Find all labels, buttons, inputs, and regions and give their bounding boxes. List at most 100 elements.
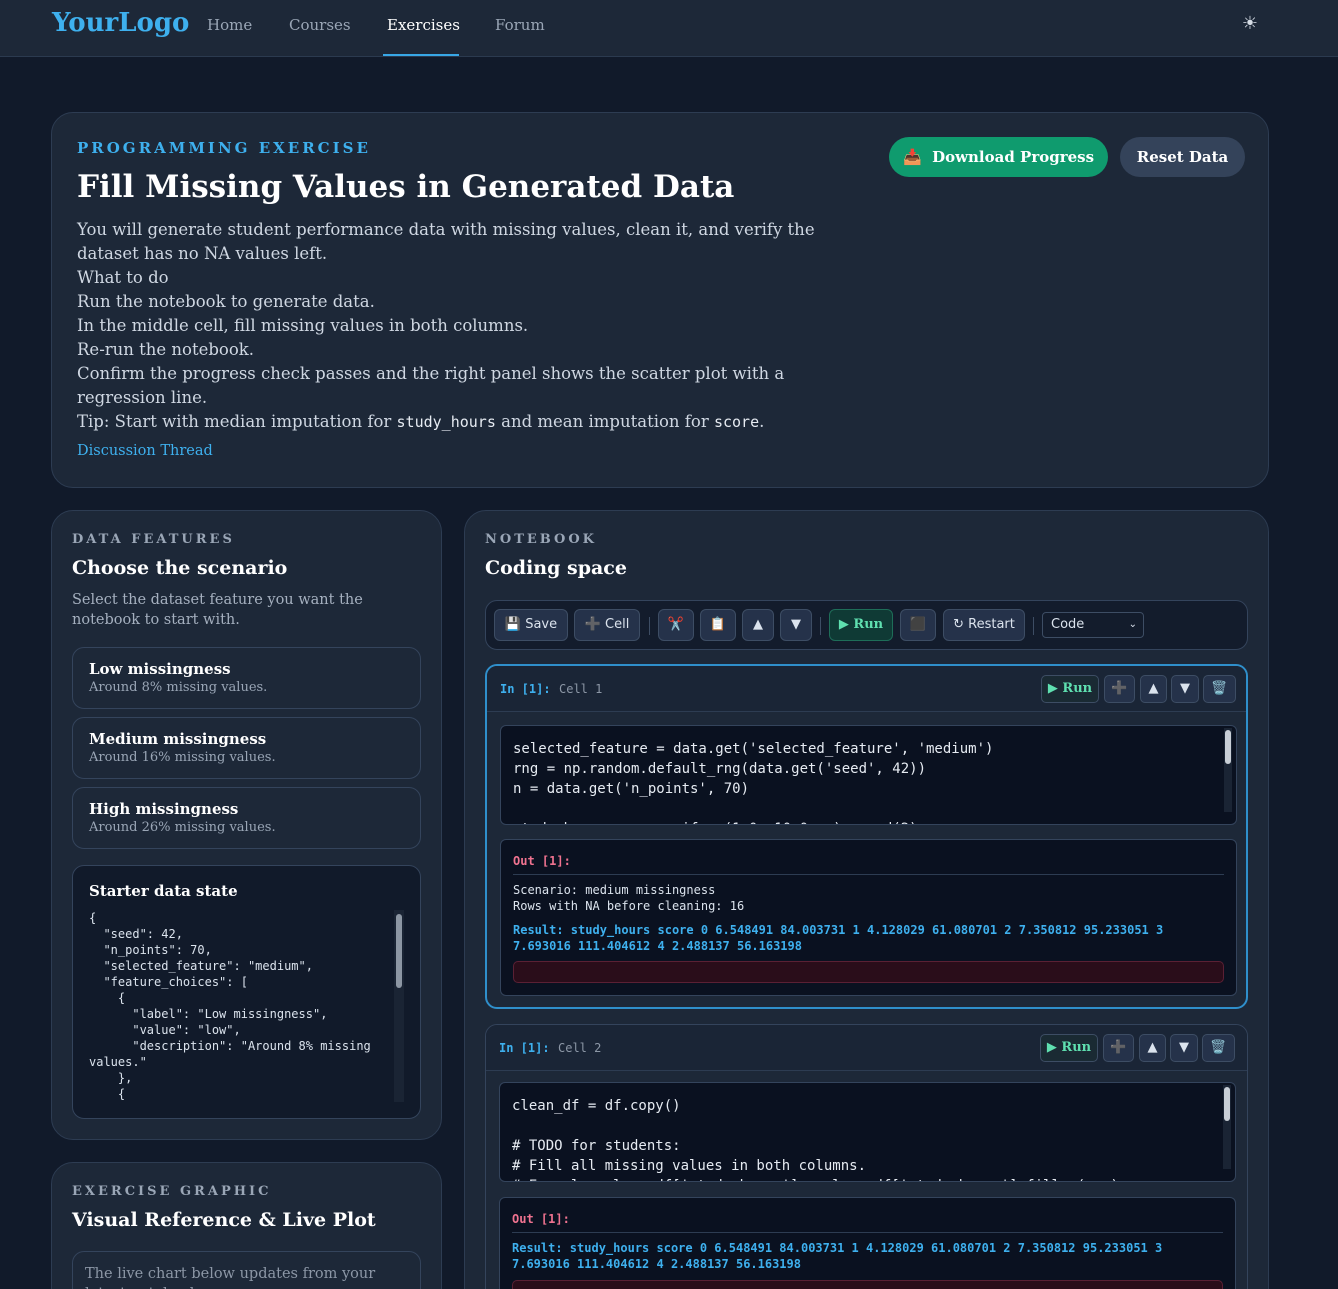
step-2: In the middle cell, fill missing values … bbox=[77, 316, 529, 335]
cell-output: Out [1]: Scenario: medium missingness Ro… bbox=[500, 839, 1237, 996]
graphic-info-text: The live chart below updates from your l… bbox=[85, 1266, 376, 1289]
cell-type-select[interactable]: Code ⌄ bbox=[1042, 612, 1144, 638]
move-down-icon[interactable]: ▼ bbox=[780, 609, 812, 641]
code-scrollbar[interactable] bbox=[1223, 1085, 1231, 1169]
run-button[interactable]: ▶ Run bbox=[829, 609, 893, 641]
top-nav: YourLogo Home Courses Exercises Forum ☀ bbox=[0, 0, 1338, 57]
discussion-thread-link[interactable]: Discussion Thread bbox=[77, 443, 213, 459]
page-title: Fill Missing Values in Generated Data bbox=[77, 169, 735, 205]
choice-label: Medium missingness bbox=[89, 730, 267, 748]
code-editor[interactable]: clean_df = df.copy() # TODO for students… bbox=[499, 1082, 1236, 1182]
move-up-icon[interactable]: ▲ bbox=[742, 609, 774, 641]
nav-link-courses[interactable]: Courses bbox=[289, 16, 351, 34]
toolbar-divider bbox=[820, 617, 821, 635]
scrollbar-thumb[interactable] bbox=[1224, 1087, 1230, 1121]
intro-text: You will generate student performance da… bbox=[77, 220, 815, 263]
hero-eyebrow: PROGRAMMING EXERCISE bbox=[77, 139, 371, 157]
nav-link-exercises[interactable]: Exercises bbox=[387, 16, 460, 34]
paste-cell-icon[interactable]: 📋 bbox=[700, 609, 736, 641]
notebook-panel: NOTEBOOK Coding space 💾 Save ➕ Cell ✂️ 📋… bbox=[464, 510, 1269, 1289]
exercise-instructions: You will generate student performance da… bbox=[77, 218, 817, 434]
choice-low-missingness[interactable]: Low missingness Around 8% missing values… bbox=[72, 647, 421, 709]
cell-run-button[interactable]: ▶ Run bbox=[1040, 1034, 1098, 1062]
choice-label: High missingness bbox=[89, 800, 239, 818]
tip-text: Tip: Start with median imputation for st… bbox=[77, 412, 765, 431]
step-3: Re-run the notebook. bbox=[77, 340, 255, 359]
what-to-do-heading: What to do bbox=[77, 268, 169, 287]
stop-icon[interactable]: ⬛ bbox=[900, 609, 936, 641]
cell-run-button[interactable]: ▶ Run bbox=[1041, 675, 1099, 703]
logo[interactable]: YourLogo bbox=[52, 8, 189, 38]
choice-medium-missingness[interactable]: Medium missingness Around 16% missing va… bbox=[72, 717, 421, 779]
cell-move-down-icon[interactable]: ▼ bbox=[1171, 675, 1199, 703]
toolbar-divider bbox=[1033, 617, 1034, 635]
save-button[interactable]: 💾 Save bbox=[494, 609, 568, 641]
cell-header: In [1]: Cell 1 ▶ Run ➕ ▲ ▼ 🗑️ bbox=[487, 666, 1246, 712]
output-result: Result: study_hours score 0 6.548491 84.… bbox=[512, 1241, 1163, 1271]
notebook-toolbar: 💾 Save ➕ Cell ✂️ 📋 ▲ ▼ ▶ Run ⬛ ↻ Restart… bbox=[485, 600, 1248, 650]
features-title: Choose the scenario bbox=[72, 557, 288, 579]
output-label: Out [1]: bbox=[513, 854, 571, 868]
cut-cell-icon[interactable]: ✂️ bbox=[658, 609, 694, 641]
scrollbar-thumb[interactable] bbox=[396, 914, 402, 988]
cell-name: Cell 1 bbox=[559, 682, 603, 696]
active-nav-indicator bbox=[383, 54, 459, 56]
cell-delete-icon[interactable]: 🗑️ bbox=[1203, 675, 1236, 703]
chevron-down-icon: ⌄ bbox=[1128, 619, 1137, 630]
cell-move-up-icon[interactable]: ▲ bbox=[1139, 1034, 1166, 1062]
output-text: Scenario: medium missingness Rows with N… bbox=[513, 883, 745, 913]
cell-delete-icon[interactable]: 🗑️ bbox=[1202, 1034, 1235, 1062]
cell-add-icon[interactable]: ➕ bbox=[1103, 1034, 1134, 1062]
code-scrollbar[interactable] bbox=[1224, 728, 1232, 812]
download-progress-label: Download Progress bbox=[932, 148, 1095, 166]
choice-high-missingness[interactable]: High missingness Around 26% missing valu… bbox=[72, 787, 421, 849]
nav-link-forum[interactable]: Forum bbox=[495, 16, 545, 34]
cell-add-icon[interactable]: ➕ bbox=[1104, 675, 1135, 703]
code-text: clean_df = df.copy() # TODO for students… bbox=[512, 1098, 1119, 1181]
cell-move-up-icon[interactable]: ▲ bbox=[1140, 675, 1167, 703]
cell-header: In [1]: Cell 2 ▶ Run ➕ ▲ ▼ 🗑️ bbox=[486, 1025, 1247, 1071]
code-text: selected_feature = data.get('selected_fe… bbox=[513, 741, 994, 824]
graphic-info-box: The live chart below updates from your l… bbox=[72, 1251, 421, 1289]
scrollbar-thumb[interactable] bbox=[1225, 730, 1231, 764]
code-editor[interactable]: selected_feature = data.get('selected_fe… bbox=[500, 725, 1237, 825]
download-icon: 📥 bbox=[902, 148, 922, 166]
cell-move-down-icon[interactable]: ▼ bbox=[1170, 1034, 1198, 1062]
theme-toggle-sun-icon[interactable]: ☀ bbox=[1240, 14, 1260, 34]
step-1: Run the notebook to generate data. bbox=[77, 292, 375, 311]
reset-data-button[interactable]: Reset Data bbox=[1120, 137, 1245, 177]
notebook-cell-2[interactable]: In [1]: Cell 2 ▶ Run ➕ ▲ ▼ 🗑️ clean_df =… bbox=[485, 1024, 1248, 1289]
features-subtitle: Select the dataset feature you want the … bbox=[72, 592, 363, 628]
toolbar-divider bbox=[649, 617, 650, 635]
cell-type-value: Code bbox=[1051, 617, 1085, 632]
output-divider bbox=[513, 874, 1224, 875]
add-cell-button[interactable]: ➕ Cell bbox=[574, 609, 640, 641]
starter-data-json: { "seed": 42, "n_points": 70, "selected_… bbox=[89, 911, 371, 1101]
exercise-graphic-panel: EXERCISE GRAPHIC Visual Reference & Live… bbox=[51, 1162, 442, 1289]
notebook-cell-1[interactable]: In [1]: Cell 1 ▶ Run ➕ ▲ ▼ 🗑️ selected_f… bbox=[485, 664, 1248, 1009]
exercise-header-card: PROGRAMMING EXERCISE Fill Missing Values… bbox=[51, 112, 1269, 488]
cell-prompt: In [1]: bbox=[500, 682, 551, 696]
cell-prompt: In [1]: bbox=[499, 1041, 550, 1055]
starter-scrollbar[interactable] bbox=[394, 910, 404, 1102]
choice-description: Around 26% missing values. bbox=[89, 820, 276, 835]
nav-link-home[interactable]: Home bbox=[207, 16, 252, 34]
step-4: Confirm the progress check passes and th… bbox=[77, 364, 785, 407]
choice-description: Around 16% missing values. bbox=[89, 750, 276, 765]
graphic-title: Visual Reference & Live Plot bbox=[72, 1209, 376, 1231]
starter-data-state: Starter data state { "seed": 42, "n_poin… bbox=[72, 865, 421, 1119]
choice-label: Low missingness bbox=[89, 660, 231, 678]
cell-name: Cell 2 bbox=[558, 1041, 602, 1055]
download-progress-button[interactable]: 📥 Download Progress bbox=[889, 137, 1108, 177]
output-divider bbox=[512, 1232, 1223, 1233]
notebook-eyebrow: NOTEBOOK bbox=[485, 532, 597, 547]
graphic-eyebrow: EXERCISE GRAPHIC bbox=[72, 1184, 272, 1199]
data-features-panel: DATA FEATURES Choose the scenario Select… bbox=[51, 510, 442, 1140]
choice-description: Around 8% missing values. bbox=[89, 680, 268, 695]
output-result: Result: study_hours score 0 6.548491 84.… bbox=[513, 923, 1164, 953]
output-error-bar bbox=[513, 961, 1224, 983]
cell-output: Out [1]: Result: study_hours score 0 6.5… bbox=[499, 1197, 1236, 1289]
notebook-title: Coding space bbox=[485, 557, 627, 579]
restart-button[interactable]: ↻ Restart bbox=[943, 609, 1025, 641]
output-label: Out [1]: bbox=[512, 1212, 570, 1226]
